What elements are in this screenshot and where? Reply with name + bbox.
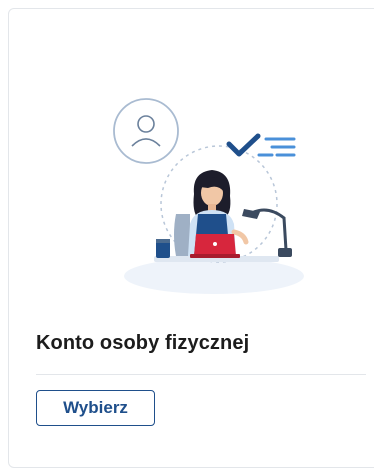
card-title: Konto osoby fizycznej <box>36 332 250 354</box>
choose-button[interactable]: Wybierz <box>36 390 155 426</box>
account-type-card[interactable]: Konto osoby fizycznej Wybierz <box>8 8 374 468</box>
divider <box>36 374 366 375</box>
person-at-laptop-illustration-icon <box>113 98 304 294</box>
